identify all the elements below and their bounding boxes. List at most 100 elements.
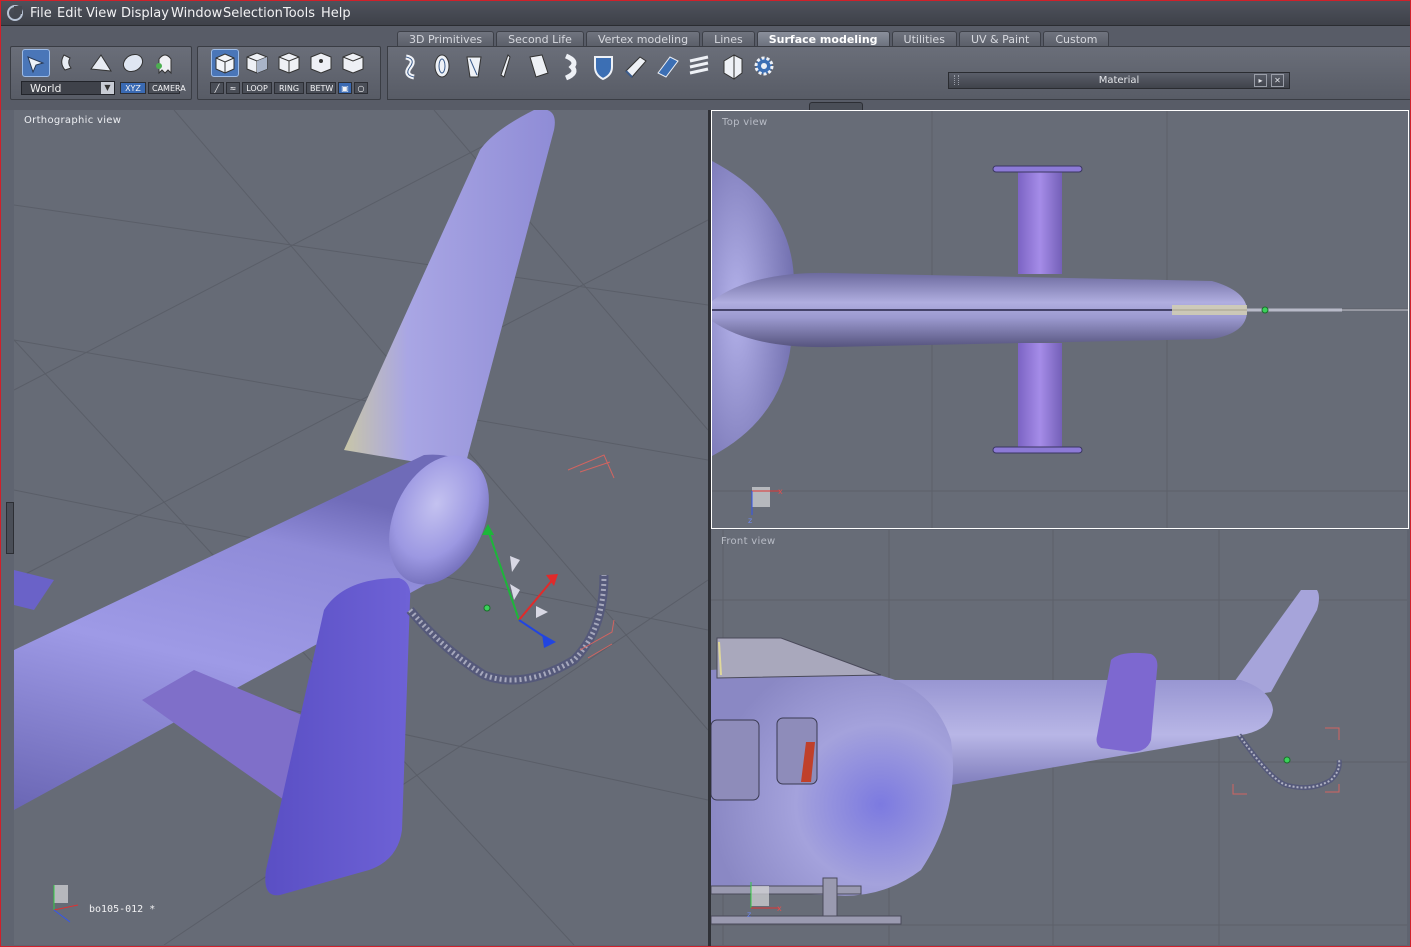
tab-custom[interactable]: Custom bbox=[1043, 31, 1110, 47]
fillet-icon[interactable] bbox=[723, 54, 743, 80]
svg-text:x: x bbox=[778, 487, 783, 496]
app-logo-icon bbox=[7, 5, 23, 21]
svg-text:x: x bbox=[777, 904, 782, 913]
front-window-left bbox=[711, 719, 760, 801]
svg-text:z: z bbox=[748, 516, 752, 525]
top-stabilizer-upper bbox=[1018, 169, 1062, 274]
menu-help[interactable]: Help bbox=[321, 6, 351, 21]
menu-edit[interactable]: Edit bbox=[57, 6, 82, 21]
uv-mode-button[interactable] bbox=[339, 49, 367, 77]
sphere-tool-button[interactable] bbox=[119, 49, 147, 77]
circle-select-button[interactable]: ○ bbox=[354, 82, 368, 94]
cube-vertex-icon bbox=[310, 52, 332, 74]
tail-skid[interactable] bbox=[406, 574, 609, 685]
top-axis-indicator: x z bbox=[748, 487, 783, 525]
cube-uv-icon bbox=[342, 52, 364, 74]
vertex-mode-button[interactable] bbox=[307, 49, 335, 77]
tab-surface-modeling[interactable]: Surface modeling bbox=[756, 31, 890, 47]
rotate-tool-button[interactable] bbox=[55, 49, 83, 77]
rect-select-icon: ▣ bbox=[341, 84, 349, 93]
loop-button[interactable]: LOOP bbox=[242, 82, 272, 94]
lasso-icon: ╱ bbox=[214, 84, 220, 93]
front-engine-cowl bbox=[716, 637, 882, 679]
orthographic-viewport[interactable]: Orthographic view bo105-012 * bbox=[14, 110, 708, 945]
material-panel-title: Material bbox=[1098, 75, 1140, 86]
ghost-icon bbox=[156, 54, 172, 75]
paint-select-icon: ≈ bbox=[229, 84, 237, 93]
ghost-tool-button[interactable] bbox=[151, 49, 179, 77]
viewport-label-top: Top view bbox=[722, 117, 768, 128]
rotate-icon bbox=[61, 54, 72, 71]
scale-icon bbox=[90, 54, 112, 72]
gear-icon[interactable] bbox=[754, 56, 774, 76]
bevel-icon[interactable] bbox=[625, 56, 647, 78]
tab-vertex-modeling[interactable]: Vertex modeling bbox=[585, 31, 701, 47]
tab-lines[interactable]: Lines bbox=[702, 31, 755, 47]
ring-button[interactable]: RING bbox=[274, 82, 304, 94]
blend-icon[interactable] bbox=[657, 56, 679, 78]
surface-tools-strip-icons bbox=[405, 53, 774, 81]
top-stabilizer-lower bbox=[1018, 343, 1062, 451]
tab-3d-primitives[interactable]: 3D Primitives bbox=[397, 31, 495, 47]
chevron-down-icon: ▼ bbox=[101, 82, 114, 94]
offset-icon[interactable] bbox=[689, 55, 709, 75]
svg-text:z: z bbox=[747, 910, 751, 919]
lathe-icon[interactable] bbox=[434, 54, 450, 78]
viewport-label-orthographic: Orthographic view bbox=[24, 115, 122, 126]
toolbar-area: World ▼ XYZ CAMERA ╱ ≈ LOOP RING BETW ▣ … bbox=[1, 26, 1411, 110]
menu-bar: File Edit View Display Window Selection … bbox=[1, 1, 1410, 26]
menu-tools[interactable]: Tools bbox=[283, 6, 315, 21]
surface-tool-icons bbox=[405, 53, 774, 81]
front-skid-upper bbox=[711, 885, 862, 895]
cube-icon bbox=[215, 53, 235, 74]
paint-select-button[interactable]: ≈ bbox=[226, 82, 240, 94]
front-endplate bbox=[1096, 652, 1158, 752]
selected-object-name: bo105-012 * bbox=[89, 904, 156, 915]
camera-button[interactable]: CAMERA bbox=[148, 82, 186, 94]
menu-selection[interactable]: Selection bbox=[223, 6, 283, 21]
face-mode-button[interactable] bbox=[243, 49, 271, 77]
left-stub bbox=[14, 570, 54, 610]
loft-icon[interactable] bbox=[529, 54, 549, 78]
expand-icon[interactable]: ▸ bbox=[1254, 74, 1267, 87]
skin-icon[interactable] bbox=[564, 53, 577, 81]
pointer-icon bbox=[27, 56, 45, 74]
coord-space-select[interactable]: World ▼ bbox=[21, 81, 115, 95]
circle-select-icon: ○ bbox=[357, 84, 365, 93]
sweep-icon[interactable] bbox=[405, 54, 415, 80]
pipe-icon[interactable] bbox=[500, 54, 511, 78]
object-mode-button[interactable] bbox=[211, 49, 239, 77]
cube-edge-icon bbox=[278, 52, 300, 74]
sphere-tool-icon bbox=[122, 53, 144, 73]
menu-view[interactable]: View bbox=[86, 6, 117, 21]
between-button[interactable]: BETW bbox=[306, 82, 336, 94]
rect-select-button[interactable]: ▣ bbox=[338, 82, 352, 94]
extrude-icon[interactable] bbox=[466, 56, 482, 78]
front-viewport[interactable]: x z Front view bbox=[711, 530, 1407, 945]
coord-space-value: World bbox=[30, 82, 62, 95]
close-icon[interactable]: ✕ bbox=[1271, 74, 1284, 87]
viewport-label-front: Front view bbox=[721, 536, 776, 547]
tool-tabs: 3D Primitives Second Life Vertex modelin… bbox=[397, 31, 1111, 47]
top-viewport[interactable]: x z Top view bbox=[711, 110, 1409, 529]
orthographic-scene bbox=[14, 110, 708, 945]
menu-window[interactable]: Window bbox=[171, 6, 222, 21]
front-skid-lower bbox=[711, 915, 902, 925]
tab-uv-paint[interactable]: UV & Paint bbox=[958, 31, 1042, 47]
select-tool-button[interactable] bbox=[22, 49, 50, 77]
tab-second-life[interactable]: Second Life bbox=[496, 31, 584, 47]
grip-icon[interactable] bbox=[954, 75, 959, 85]
shield-icon[interactable] bbox=[594, 56, 613, 81]
material-panel[interactable]: Material ▸ ✕ bbox=[948, 72, 1290, 89]
edge-mode-button[interactable] bbox=[275, 49, 303, 77]
lasso-button[interactable]: ╱ bbox=[210, 82, 224, 94]
left-panel-handle[interactable] bbox=[6, 502, 14, 554]
axis-indicator bbox=[53, 885, 79, 923]
front-scene: x z bbox=[711, 530, 1407, 945]
tab-utilities[interactable]: Utilities bbox=[891, 31, 957, 47]
top-scene: x z bbox=[712, 111, 1408, 528]
xyz-button[interactable]: XYZ bbox=[120, 82, 146, 94]
menu-display[interactable]: Display bbox=[121, 6, 169, 21]
scale-tool-button[interactable] bbox=[87, 49, 115, 77]
menu-file[interactable]: File bbox=[30, 6, 52, 21]
